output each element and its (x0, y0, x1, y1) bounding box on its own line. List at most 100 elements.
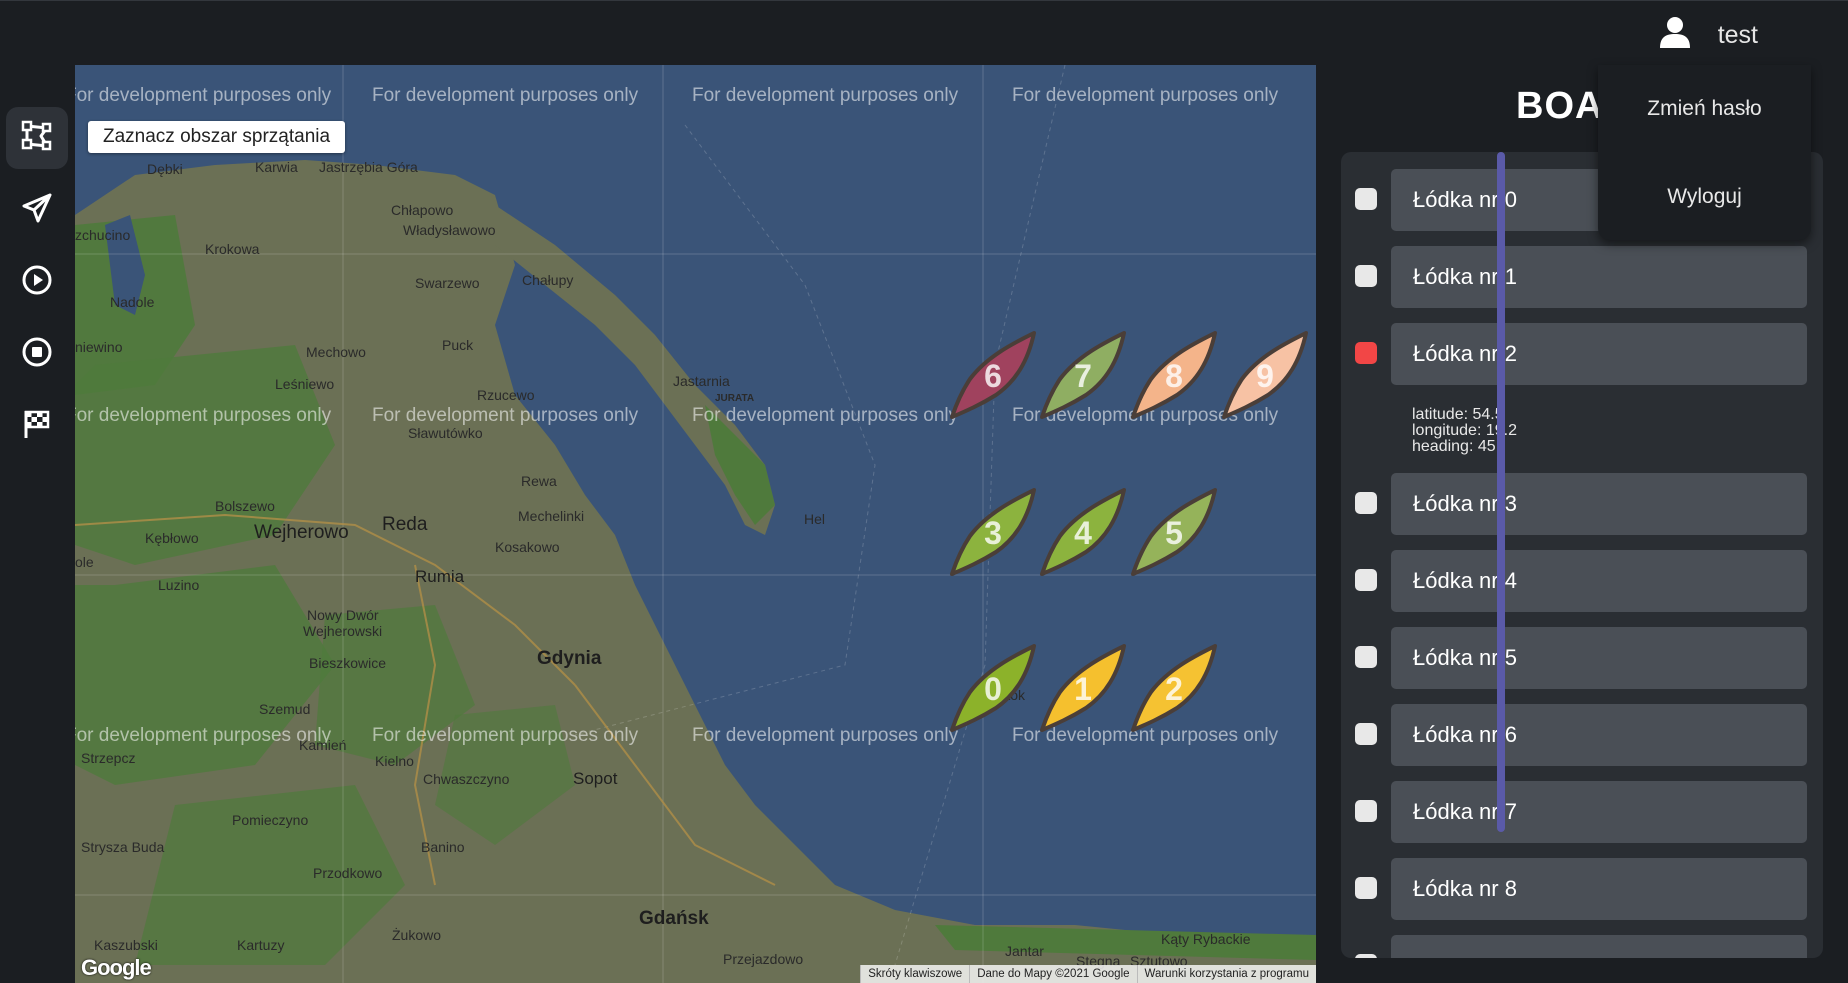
dev-watermark: For development purposes only (1012, 85, 1279, 106)
place-label: Rumia (415, 567, 465, 586)
dev-watermark: For development purposes only (692, 405, 959, 426)
place-label: Wejherowski (303, 623, 383, 639)
map-attribution: Skróty klawiszowe Dane do Mapy ©2021 Goo… (860, 965, 1316, 983)
list-item: Łódka nr 5 (1341, 627, 1811, 689)
list-item: Łódka nr 1 (1341, 246, 1811, 308)
keyboard-shortcuts-link[interactable]: Skróty klawiszowe (860, 965, 969, 983)
list-scrollbar[interactable] (1497, 152, 1505, 832)
place-label: Strzepcz (81, 750, 136, 766)
place-label: Dębki (147, 161, 183, 177)
sidebar (0, 65, 75, 983)
boat-marker[interactable]: 3 (948, 488, 1038, 578)
boat-marker[interactable]: 9 (1220, 331, 1310, 421)
place-label: Stryszа Buda (81, 839, 165, 855)
user-icon (1658, 15, 1692, 56)
dev-watermark: For development purposes only (75, 85, 332, 106)
place-label: Nadole (110, 294, 155, 310)
boat-checkbox[interactable] (1355, 188, 1377, 210)
boat-marker[interactable]: 6 (948, 331, 1038, 421)
boat-number: 3 (984, 514, 1002, 551)
select-area-chip[interactable]: Zaznacz obszar sprzątania (88, 121, 346, 153)
boat-number: 8 (1165, 357, 1183, 394)
boat-number: 4 (1074, 514, 1092, 551)
place-label: Mechowo (306, 344, 366, 360)
user-name: test (1717, 21, 1758, 49)
user-menu-toggle[interactable]: test (1658, 15, 1758, 56)
list-item: Łódka nr 3 (1341, 473, 1811, 535)
stop-button[interactable] (6, 323, 68, 385)
place-label: Puck (442, 337, 474, 353)
boat-checkbox[interactable] (1355, 646, 1377, 668)
place-label: Kąty Rybackie (1161, 931, 1251, 947)
boat-button[interactable]: Łódka nr 7 (1391, 781, 1807, 843)
boat-checkbox[interactable] (1355, 877, 1377, 899)
place-label: ole (75, 554, 94, 570)
place-label: Hel (804, 511, 826, 527)
boat-number: 2 (1165, 670, 1183, 707)
boat-checkbox[interactable] (1355, 800, 1377, 822)
boat-marker[interactable]: 0 (948, 644, 1038, 734)
place-label: Kaszubski (94, 937, 158, 953)
boat-checkbox[interactable] (1355, 492, 1377, 514)
place-label: Władysławowo (403, 222, 496, 238)
boat-checkbox[interactable] (1355, 723, 1377, 745)
terms-link[interactable]: Warunki korzystania z programu (1136, 965, 1316, 983)
boat-number: 0 (984, 670, 1002, 707)
boat-number: 9 (1256, 357, 1274, 394)
boat-marker[interactable]: 2 (1129, 644, 1219, 734)
place-label: Przodkowo (313, 865, 383, 881)
boat-marker[interactable]: 1 (1038, 644, 1128, 734)
boat-button[interactable]: Łódka nr 4 (1391, 550, 1807, 612)
place-label: Reda (382, 514, 428, 535)
place-label: Kamień (299, 737, 347, 753)
dev-watermark: For development purposes only (692, 85, 959, 106)
send-button[interactable] (6, 179, 68, 241)
boat-number: 1 (1074, 670, 1092, 707)
dev-watermark: For development purposes only (372, 405, 639, 426)
checkered-flag-icon (21, 408, 53, 445)
boat-marker[interactable]: 7 (1038, 331, 1128, 421)
boat-checkbox[interactable] (1355, 954, 1377, 958)
place-label: Leśniewo (275, 376, 335, 392)
boat-marker[interactable]: 8 (1129, 331, 1219, 421)
place-label: Karwia (255, 159, 298, 175)
boat-button[interactable]: Łódka nr 3 (1391, 473, 1807, 535)
place-label: Chałupy (522, 272, 574, 288)
place-label: Nowy Dwór (307, 607, 379, 623)
logout-item[interactable]: Wyloguj (1598, 185, 1811, 209)
place-label: Rewa (521, 473, 557, 489)
polygon-select-icon (21, 120, 53, 157)
change-password-item[interactable]: Zmień hasło (1598, 97, 1811, 121)
boat-button[interactable]: Łódka nr 1 (1391, 246, 1807, 308)
boat-number: 6 (984, 357, 1002, 394)
boat-button[interactable] (1391, 935, 1807, 958)
place-label: Sopot (573, 769, 618, 788)
place-label: Rzucewo (477, 387, 535, 403)
play-button[interactable] (6, 251, 68, 313)
place-label: Kosakowo (495, 539, 560, 555)
boat-button[interactable]: Łódka nr 8 (1391, 858, 1807, 920)
boat-number: 7 (1074, 357, 1092, 394)
boat-number: 5 (1165, 514, 1183, 551)
list-item: Łódka nr 8 (1341, 858, 1811, 920)
list-item: Łódka nr 7 (1341, 781, 1811, 843)
dev-watermark: For development purposes only (75, 725, 332, 746)
google-logo: Google (81, 955, 152, 980)
list-item: Łódka nr 2 latitude: 54.5 longitude: 19.… (1341, 323, 1811, 463)
boat-marker[interactable]: 4 (1038, 488, 1128, 578)
boat-checkbox[interactable] (1355, 569, 1377, 591)
boat-button[interactable]: Łódka nr 2 (1391, 323, 1807, 385)
boat-marker[interactable]: 5 (1129, 488, 1219, 578)
boat-button[interactable]: Łódka nr 5 (1391, 627, 1807, 689)
map[interactable]: For development purposes only For develo… (75, 65, 1316, 983)
boat-button[interactable]: Łódka nr 6 (1391, 704, 1807, 766)
select-area-button[interactable] (6, 107, 68, 169)
dev-watermark: For development purposes only (692, 725, 959, 746)
boat-checkbox[interactable] (1355, 265, 1377, 287)
place-label: Żukowo (392, 927, 442, 943)
boat-checkbox[interactable] (1355, 342, 1377, 364)
place-label: Gdańsk (639, 908, 709, 929)
boat-list[interactable]: Łódka nr 0 Łódka nr 1 Łódka nr 2 latitud… (1341, 152, 1823, 958)
finish-button[interactable] (6, 395, 68, 457)
place-label: Mechelinki (518, 508, 585, 524)
